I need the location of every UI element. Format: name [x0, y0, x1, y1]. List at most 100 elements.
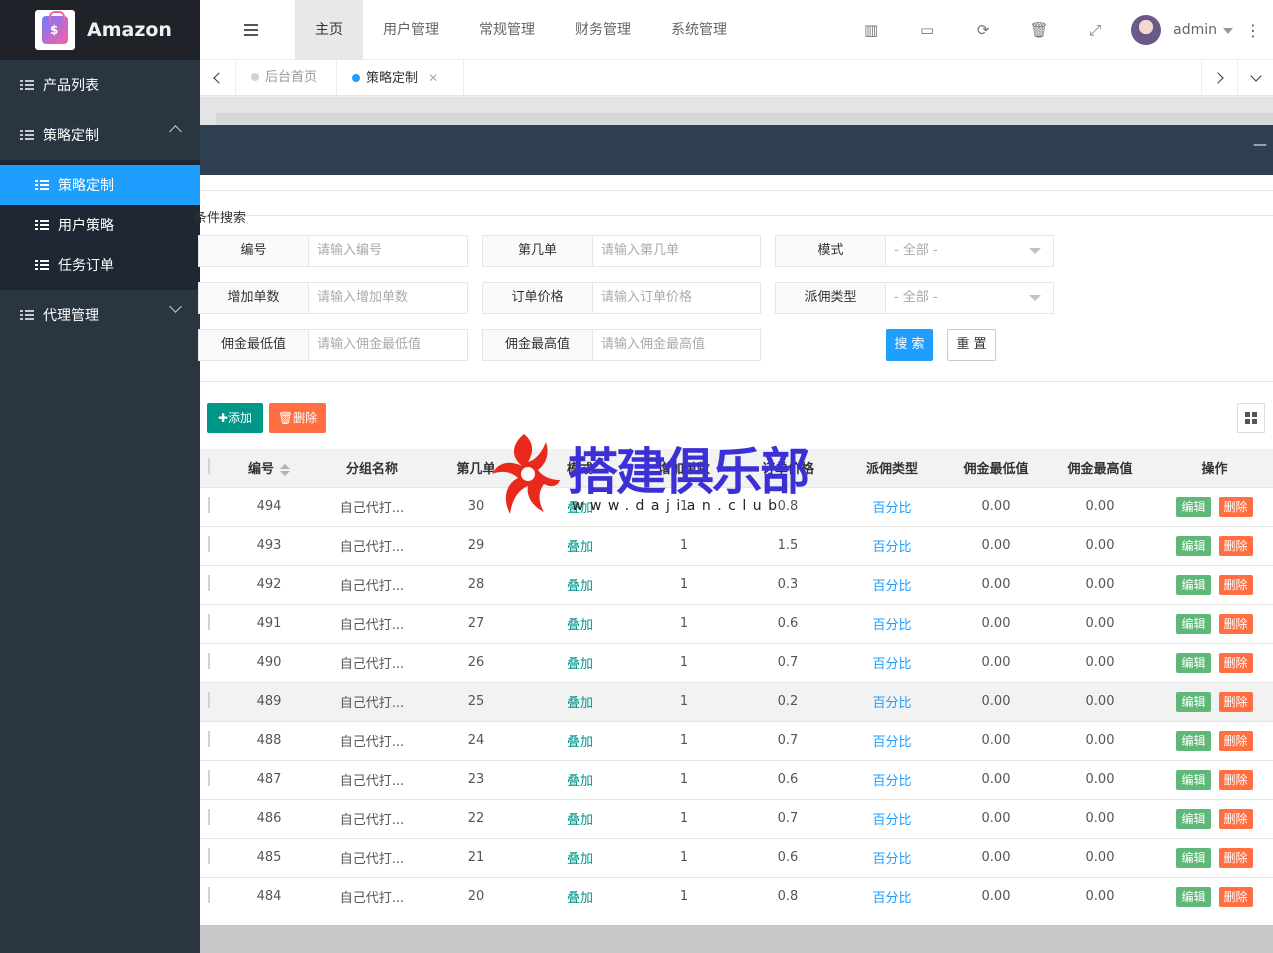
commission-max-input[interactable]: 请输入佣金最高值: [593, 330, 760, 360]
sidebar-subitem-user-strategy[interactable]: 用户策略: [0, 205, 200, 245]
row-checkbox[interactable]: [200, 837, 218, 877]
column-toggle-button[interactable]: [1237, 403, 1265, 433]
card-icon[interactable]: ▭: [899, 21, 955, 39]
add-count-input[interactable]: 请输入增加单数: [309, 283, 467, 313]
sort-icon[interactable]: [280, 463, 290, 476]
order-price-input[interactable]: 请输入订单价格: [593, 283, 760, 313]
tab-home[interactable]: 后台首页: [237, 60, 337, 96]
commission-min-input[interactable]: 请输入佣金最低值: [309, 330, 467, 360]
table-row[interactable]: 488 自己代打... 24 叠加 1 0.7 百分比 0.00 0.00 编辑 删除: [200, 720, 1273, 760]
cell-add-count: 1: [632, 486, 736, 526]
delete-button[interactable]: 删除: [1218, 886, 1253, 907]
edit-button[interactable]: 编辑: [1176, 652, 1211, 673]
reset-button[interactable]: 重 置: [947, 329, 996, 361]
edit-button[interactable]: 编辑: [1176, 691, 1211, 712]
table-row[interactable]: 493 自己代打... 29 叠加 1 1.5 百分比 0.00 0.00 编辑 删除: [200, 525, 1273, 565]
minimize-icon[interactable]: —: [1253, 137, 1267, 153]
mode-select[interactable]: - 全部 -: [886, 236, 1053, 266]
table-row[interactable]: 492 自己代打... 28 叠加 1 0.3 百分比 0.00 0.00 编辑 删除: [200, 564, 1273, 604]
tab-strategy[interactable]: 策略定制 ✕: [338, 60, 464, 96]
table-row[interactable]: 491 自己代打... 27 叠加 1 0.6 百分比 0.00 0.00 编辑 删除: [200, 603, 1273, 643]
delete-button[interactable]: 删除: [1218, 769, 1253, 790]
id-input[interactable]: 请输入编号: [309, 236, 467, 266]
tab-prev-button[interactable]: [200, 60, 236, 96]
delete-button[interactable]: 删除: [1218, 652, 1253, 673]
row-checkbox[interactable]: [200, 759, 218, 799]
top-menu-finance[interactable]: 财务管理: [555, 0, 651, 60]
sidebar-item-strategy[interactable]: 策略定制: [0, 110, 200, 160]
commission-type-select[interactable]: - 全部 -: [886, 283, 1053, 313]
top-menu-home[interactable]: 主页: [295, 0, 363, 60]
row-checkbox[interactable]: [200, 564, 218, 604]
refresh-icon[interactable]: ⟳: [955, 21, 1011, 39]
cell-order-price: 0.8: [736, 876, 840, 916]
delete-button[interactable]: 删除: [1218, 535, 1253, 556]
hamburger-icon[interactable]: [244, 24, 258, 36]
table-row[interactable]: 494 自己代打... 30 叠加 1 0.8 百分比 0.00 0.00 编辑 删除: [200, 486, 1273, 526]
row-checkbox[interactable]: [200, 681, 218, 721]
sidebar-subitem-task-orders[interactable]: 任务订单: [0, 245, 200, 285]
tab-menu-button[interactable]: [1237, 60, 1273, 96]
sidebar-item-products[interactable]: 产品列表: [0, 60, 200, 110]
edit-button[interactable]: 编辑: [1176, 886, 1211, 907]
top-menu-system[interactable]: 系统管理: [651, 0, 747, 60]
add-button[interactable]: ✚添加: [207, 403, 263, 433]
edit-button[interactable]: 编辑: [1176, 730, 1211, 751]
delete-button[interactable]: 删除: [1218, 496, 1253, 517]
sidebar-subitem-strategy[interactable]: 策略定制: [0, 165, 200, 205]
edit-button[interactable]: 编辑: [1176, 574, 1211, 595]
table-row[interactable]: 487 自己代打... 23 叠加 1 0.6 百分比 0.00 0.00 编辑 删除: [200, 759, 1273, 799]
row-checkbox[interactable]: [200, 603, 218, 643]
tab-next-button[interactable]: [1201, 60, 1237, 96]
row-checkbox[interactable]: [200, 720, 218, 760]
row-checkbox[interactable]: [200, 642, 218, 682]
edit-button[interactable]: 编辑: [1176, 847, 1211, 868]
delete-button[interactable]: 删除: [1218, 613, 1253, 634]
delete-button[interactable]: 删除: [1218, 574, 1253, 595]
table-row[interactable]: 486 自己代打... 22 叠加 1 0.7 百分比 0.00 0.00 编辑 删除: [200, 798, 1273, 838]
table-row[interactable]: 490 自己代打... 26 叠加 1 0.7 百分比 0.00 0.00 编辑 删除: [200, 642, 1273, 682]
delete-button[interactable]: 删除: [1218, 808, 1253, 829]
bulk-delete-button[interactable]: 🗑删除: [269, 403, 326, 433]
user-name[interactable]: admin: [1173, 22, 1217, 38]
search-button[interactable]: 搜 索: [886, 329, 933, 361]
cell-mode: 叠加: [528, 642, 632, 682]
row-checkbox[interactable]: [200, 876, 218, 916]
bar-chart-icon[interactable]: ▥: [843, 21, 899, 39]
top-menu-general[interactable]: 常规管理: [459, 0, 555, 60]
edit-button[interactable]: 编辑: [1176, 808, 1211, 829]
cell-order-price: 0.3: [736, 564, 840, 604]
more-icon[interactable]: ⋮: [1233, 21, 1273, 40]
avatar[interactable]: [1131, 15, 1162, 45]
delete-button[interactable]: 删除: [1218, 691, 1253, 712]
edit-button[interactable]: 编辑: [1176, 496, 1211, 517]
sidebar-item-agents[interactable]: 代理管理: [0, 290, 200, 340]
delete-button[interactable]: 删除: [1218, 847, 1253, 868]
cell-group: 自己代打...: [320, 876, 424, 916]
row-checkbox[interactable]: [200, 525, 218, 565]
table-row[interactable]: 484 自己代打... 20 叠加 1 0.8 百分比 0.00 0.00 编辑 删除: [200, 876, 1273, 916]
table-row[interactable]: 489 自己代打... 25 叠加 1 0.2 百分比 0.00 0.00 编辑 删除: [200, 681, 1273, 721]
row-checkbox[interactable]: [200, 486, 218, 526]
trash-icon[interactable]: 🗑: [1011, 21, 1067, 39]
logo[interactable]: Amazon: [0, 0, 200, 60]
row-checkbox[interactable]: [200, 798, 218, 838]
field-commission-min: 佣金最低值 请输入佣金最低值: [198, 329, 468, 361]
top-menu-users[interactable]: 用户管理: [363, 0, 459, 60]
fullscreen-icon[interactable]: ⤢: [1067, 21, 1123, 39]
col-id[interactable]: 编号: [218, 449, 320, 487]
table-row[interactable]: 485 自己代打... 21 叠加 1 0.6 百分比 0.00 0.00 编辑 删除: [200, 837, 1273, 877]
edit-button[interactable]: 编辑: [1176, 535, 1211, 556]
cell-add-count: 1: [632, 564, 736, 604]
caret-down-icon[interactable]: [1223, 28, 1233, 34]
cell-actions: 编辑 删除: [1152, 603, 1273, 643]
delete-button[interactable]: 删除: [1218, 730, 1253, 751]
nth-input[interactable]: 请输入第几单: [593, 236, 760, 266]
cell-group: 自己代打...: [320, 798, 424, 838]
edit-button[interactable]: 编辑: [1176, 613, 1211, 634]
close-icon[interactable]: ✕: [428, 71, 438, 85]
select-all-checkbox[interactable]: [200, 449, 218, 487]
cell-commission-max: 0.00: [1048, 876, 1152, 916]
cell-mode: 叠加: [528, 759, 632, 799]
edit-button[interactable]: 编辑: [1176, 769, 1211, 790]
